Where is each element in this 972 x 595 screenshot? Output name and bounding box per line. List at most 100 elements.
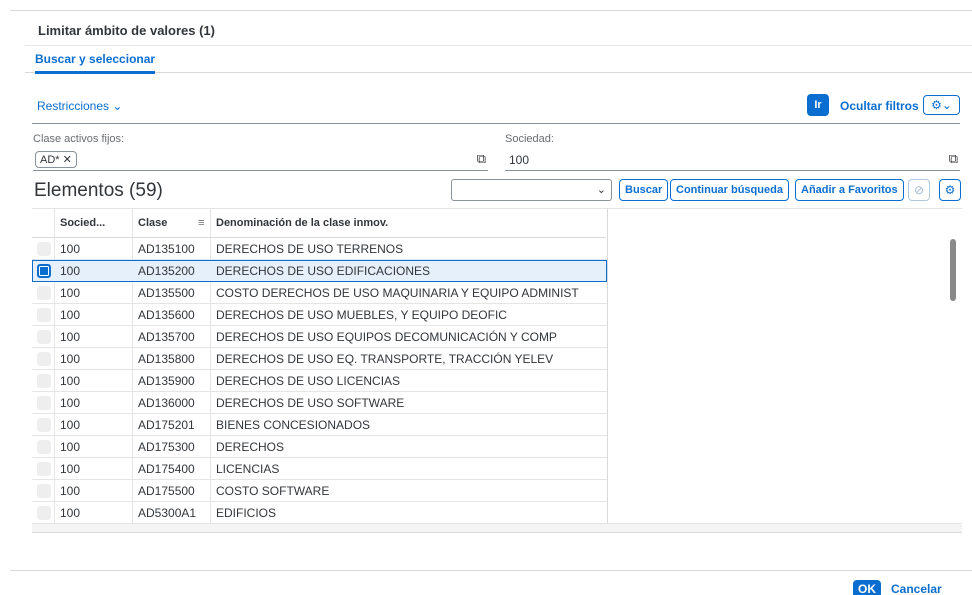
table-row[interactable]: 100 AD136000 DERECHOS DE USO SOFTWARE — [32, 392, 607, 414]
table-header: Socied... Clase ≡ Denominación de la cla… — [32, 209, 606, 238]
cell-company: 100 — [60, 396, 81, 410]
cell-description: COSTO DERECHOS DE USO MAQUINARIA Y EQUIP… — [216, 286, 579, 300]
table-body: 100 AD135100 DERECHOS DE USO TERRENOS 100 AD… — [32, 238, 607, 524]
table-row[interactable]: 100 AD135100 DERECHOS DE USO TERRENOS — [32, 238, 607, 260]
sort-icon: ≡ — [198, 217, 205, 229]
top-divider — [10, 10, 972, 11]
cell-company: 100 — [60, 330, 81, 344]
row-checkbox[interactable] — [37, 396, 51, 410]
add-favorites-button[interactable]: Añadir a Favoritos — [795, 179, 904, 201]
ok-button[interactable]: OK — [853, 580, 881, 595]
tab-search-select[interactable]: Buscar y seleccionar — [35, 52, 156, 74]
settings-icon: ⚙ — [931, 98, 942, 112]
cell-company: 100 — [60, 286, 81, 300]
hide-filters-button[interactable]: Ocultar filtros — [840, 99, 919, 113]
cell-description: DERECHOS DE USO EQ. TRANSPORTE, TRACCIÓN… — [216, 352, 554, 366]
cell-company: 100 — [60, 352, 81, 366]
variant-select[interactable]: ⌄ — [451, 179, 612, 201]
disabled-icon[interactable]: ⊘ — [908, 179, 930, 201]
empty-column-area — [607, 209, 962, 532]
value-help-icon[interactable]: ⧉ — [949, 151, 958, 167]
close-icon[interactable]: ✕ — [63, 154, 72, 166]
cell-company: 100 — [60, 462, 81, 476]
cell-description: BIENES CONCESIONADOS — [216, 418, 371, 432]
table-row[interactable]: 100 AD175300 DERECHOS — [32, 436, 607, 458]
table-row[interactable]: 100 AD135700 DERECHOS DE USO EQUIPOS DECOM… — [32, 326, 607, 348]
table-row[interactable]: 100 AD135600 DERECHOS DE USO MUEBLES, Y EQ… — [32, 304, 607, 326]
token-text: AD* — [40, 154, 60, 166]
continue-search-button[interactable]: Continuar búsqueda — [670, 179, 789, 201]
row-checkbox[interactable] — [37, 462, 51, 476]
cell-class: AD135100 — [138, 242, 195, 256]
table-row[interactable]: 100 AD135200 DERECHOS DE USO EDIFICACIONES — [32, 260, 607, 282]
value-help-dialog: Limitar ámbito de valores (1) Buscar y s… — [0, 0, 972, 595]
results-table: Socied... Clase ≡ Denominación de la cla… — [32, 208, 962, 533]
cell-company: 100 — [60, 484, 81, 498]
search-button[interactable]: Buscar — [619, 179, 669, 201]
cell-class: AD5300A1 — [138, 506, 197, 520]
table-row[interactable]: 100 AD175201 BIENES CONCESIONADOS — [32, 414, 607, 436]
go-button[interactable]: Ir — [807, 94, 829, 116]
row-checkbox[interactable] — [37, 330, 51, 344]
cell-description: DERECHOS DE USO LICENCIAS — [216, 374, 401, 388]
cell-description: DERECHOS DE USO SOFTWARE — [216, 396, 405, 410]
filterbar-divider — [32, 123, 960, 124]
asset-class-label: Clase activos fijos: — [33, 133, 125, 145]
tab-bar: Buscar y seleccionar — [25, 45, 972, 74]
chevron-down-icon: ⌄ — [941, 98, 952, 112]
column-header-company[interactable]: Socied... — [60, 217, 105, 229]
cell-company: 100 — [60, 308, 81, 322]
cell-description: COSTO SOFTWARE — [216, 484, 330, 498]
row-checkbox[interactable] — [37, 352, 51, 366]
cell-description: LICENCIAS — [216, 462, 280, 476]
table-row[interactable]: 100 AD135900 DERECHOS DE USO LICENCIAS — [32, 370, 607, 392]
value-help-icon[interactable]: ⧉ — [477, 151, 486, 167]
cell-class: AD135800 — [138, 352, 195, 366]
cell-company: 100 — [60, 506, 81, 520]
table-row[interactable]: 100 AD5300A1 EDIFICIOS — [32, 502, 607, 524]
cell-description: DERECHOS DE USO MUEBLES, Y EQUIPO DEOFIC — [216, 308, 507, 322]
filter-token[interactable]: AD* ✕ — [35, 151, 77, 168]
row-checkbox[interactable] — [37, 286, 51, 300]
table-row[interactable]: 100 AD175400 LICENCIAS — [32, 458, 607, 480]
cell-class: AD135500 — [138, 286, 195, 300]
row-checkbox[interactable] — [37, 418, 51, 432]
cell-description: EDIFICIOS — [216, 506, 277, 520]
horizontal-scrollbar[interactable] — [32, 523, 962, 532]
row-checkbox[interactable] — [37, 242, 51, 256]
cancel-button[interactable]: Cancelar — [891, 582, 942, 595]
cell-company: 100 — [60, 440, 81, 454]
row-checkbox[interactable] — [37, 374, 51, 388]
column-header-description[interactable]: Denominación de la clase inmov. — [216, 217, 388, 229]
company-field[interactable]: 100 ⧉ — [505, 149, 960, 171]
cell-class: AD175500 — [138, 484, 195, 498]
cell-company: 100 — [60, 374, 81, 388]
cell-description: DERECHOS — [216, 440, 285, 454]
restrictions-toggle[interactable]: Restricciones ⌄ — [37, 99, 122, 113]
asset-class-field[interactable]: AD* ✕ ⧉ — [33, 149, 488, 171]
dialog-title: Limitar ámbito de valores (1) — [38, 23, 215, 38]
company-value: 100 — [509, 153, 530, 167]
table-row[interactable]: 100 AD135800 DERECHOS DE USO EQ. TRANSPORT… — [32, 348, 607, 370]
table-row[interactable]: 100 AD135500 COSTO DERECHOS DE USO MAQUINA… — [32, 282, 607, 304]
row-checkbox[interactable] — [37, 484, 51, 498]
cell-company: 100 — [60, 242, 81, 256]
row-checkbox[interactable] — [37, 308, 51, 322]
cell-description: DERECHOS DE USO TERRENOS — [216, 242, 404, 256]
row-checkbox[interactable] — [37, 264, 51, 278]
column-header-class[interactable]: Clase — [138, 217, 167, 229]
cell-class: AD135600 — [138, 308, 195, 322]
cell-class: AD136000 — [138, 396, 195, 410]
company-label: Sociedad: — [505, 133, 554, 145]
settings-menu-button[interactable]: ⚙⌄ — [923, 95, 960, 115]
row-checkbox[interactable] — [37, 506, 51, 520]
settings-icon[interactable]: ⚙ — [939, 179, 961, 201]
cell-class: AD135900 — [138, 374, 195, 388]
cell-description: DERECHOS DE USO EQUIPOS DECOMUNICACIÓN Y… — [216, 330, 557, 344]
table-row[interactable]: 100 AD175500 COSTO SOFTWARE — [32, 480, 607, 502]
vertical-scrollbar[interactable] — [950, 239, 956, 301]
items-count-title: Elementos (59) — [34, 180, 163, 201]
restrictions-label: Restricciones — [37, 99, 110, 113]
row-checkbox[interactable] — [37, 440, 51, 454]
cell-description: DERECHOS DE USO EDIFICACIONES — [216, 264, 431, 278]
